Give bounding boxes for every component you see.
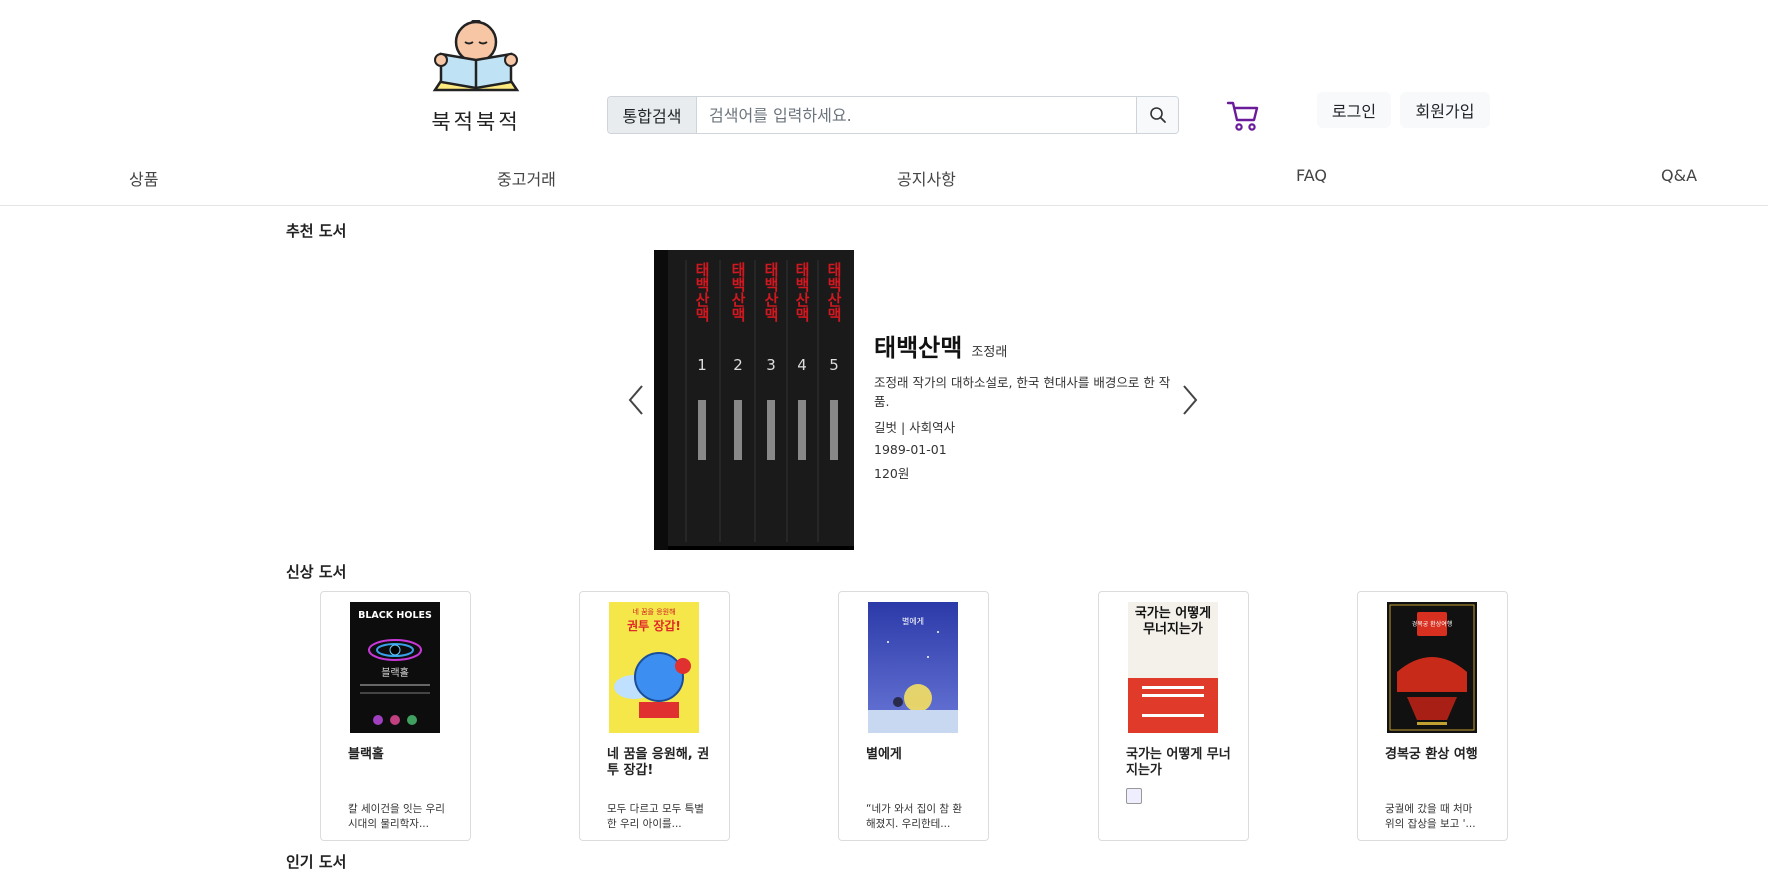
featured-book-title[interactable]: 태백산맥: [874, 334, 962, 362]
featured-book-price: 120원: [874, 466, 910, 481]
book-cover: 별에게: [868, 602, 958, 733]
popular-section-title: 인기 도서: [286, 853, 347, 871]
cover-title: 국가는 어떻게 무너지는가: [1134, 606, 1212, 637]
featured-book-date: 1989-01-01: [874, 442, 947, 457]
cover-spine-title: 태백산맥: [762, 262, 780, 323]
search-icon: [1149, 107, 1166, 123]
broken-image-icon: [1126, 788, 1142, 804]
book-cover: BLACK HOLES 블랙홀: [350, 602, 440, 733]
cover-title: BLACK HOLES: [358, 610, 432, 621]
cover-volume-number: 4: [797, 356, 807, 374]
featured-book-info: 태백산맥 조정래 조정래 작가의 대하소설로, 한국 현대사를 배경으로 한 작…: [874, 328, 1174, 482]
cover-volume-number: 2: [733, 356, 743, 374]
cart-icon: [1226, 101, 1259, 131]
book-description: 칼 세이건을 잇는 우리 시대의 물리학자...: [348, 803, 445, 830]
book-description: 모두 다르고 모두 특별한 우리 아이를...: [607, 803, 704, 830]
recommended-section-title: 추천 도서: [286, 222, 347, 240]
book-description: “네가 와서 집이 참 환해졌지. 우리한테...: [866, 803, 963, 830]
search-input[interactable]: [697, 97, 1136, 133]
nav-item-products[interactable]: 상품: [129, 166, 158, 190]
cover-subtitle: 블랙홀: [381, 666, 409, 679]
signup-button[interactable]: 회원가입: [1400, 92, 1490, 128]
logo-text: 북적북적: [431, 110, 521, 134]
carousel-next-icon[interactable]: [1178, 383, 1202, 417]
book-title: 네 꿈을 응원해, 권투 장갑!: [607, 747, 710, 778]
search-bar: 통합검색: [607, 96, 1179, 134]
book-cover: 네 꿈을 응원해 권투 장갑!: [609, 602, 699, 733]
login-button[interactable]: 로그인: [1317, 92, 1391, 128]
search-button[interactable]: [1136, 97, 1178, 133]
cover-volume-number: 5: [829, 356, 839, 374]
cover-spine-title: 태백산맥: [793, 262, 811, 323]
book-card[interactable]: BLACK HOLES 블랙홀 블랙홀 칼 세이건을 잇는 우리 시대의 물리학…: [320, 591, 471, 841]
book-card[interactable]: 경복궁 환상여행 경복궁 환상 여행 궁궐에 갔을 때 처마 위의 잡상을 보고…: [1357, 591, 1508, 841]
cover-spine-title: 태백산맥: [729, 262, 747, 323]
nav-item-used-trade[interactable]: 중고거래: [497, 166, 556, 190]
search-scope-select[interactable]: 통합검색: [608, 97, 697, 133]
cover-spine-title: 태백산맥: [693, 262, 711, 323]
featured-book-author: 조정래: [971, 345, 1008, 360]
book-card[interactable]: 네 꿈을 응원해 권투 장갑! 네 꿈을 응원해, 권투 장갑! 모두 다르고 …: [579, 591, 730, 841]
cover-volume-number: 3: [766, 356, 776, 374]
new-books-section-title: 신상 도서: [286, 563, 347, 581]
cover-volume-number: 1: [697, 356, 707, 374]
book-title: 경복궁 환상 여행: [1385, 747, 1478, 762]
book-title: 블랙홀: [348, 747, 384, 762]
nav-item-notice[interactable]: 공지사항: [897, 166, 956, 190]
cover-title: 별에게: [902, 616, 924, 626]
cover-title: 경복궁 환상여행: [1412, 620, 1453, 628]
featured-book-cover[interactable]: 태백산맥 1 태백산맥 2 태백산맥 3 태백산맥 4 태백산맥 5: [654, 250, 854, 550]
book-card[interactable]: 별에게 별에게 “네가 와서 집이 참 환해졌지. 우리한테...: [838, 591, 989, 841]
cover-subtitle: 네 꿈을 응원해: [632, 607, 675, 616]
nav-item-faq[interactable]: FAQ: [1296, 166, 1327, 185]
site-logo[interactable]: 북적북적: [420, 20, 532, 136]
book-cover: 국가는 어떻게 무너지는가: [1128, 602, 1218, 733]
book-cover: 경복궁 환상여행: [1387, 602, 1477, 733]
nav-divider: [0, 205, 1768, 206]
book-description: 궁궐에 갔을 때 처마 위의 잡상을 보고 '...: [1385, 803, 1476, 830]
nav-item-qna[interactable]: Q&A: [1661, 166, 1697, 185]
carousel-prev-icon[interactable]: [624, 383, 648, 417]
featured-book-publisher: 길벗 | 사회역사: [874, 420, 956, 435]
cart-button[interactable]: [1226, 100, 1260, 132]
featured-book-description: 조정래 작가의 대하소설로, 한국 현대사를 배경으로 한 작품.: [874, 375, 1171, 409]
book-card[interactable]: 국가는 어떻게 무너지는가 국가는 어떻게 무너지는가: [1098, 591, 1249, 841]
book-title: 별에게: [866, 747, 902, 762]
cover-title: 권투 장갑!: [627, 619, 681, 633]
cover-spine-title: 태백산맥: [825, 262, 843, 323]
book-title: 국가는 어떻게 무너지는가: [1126, 747, 1231, 778]
reading-baby-logo-icon: [432, 20, 520, 92]
